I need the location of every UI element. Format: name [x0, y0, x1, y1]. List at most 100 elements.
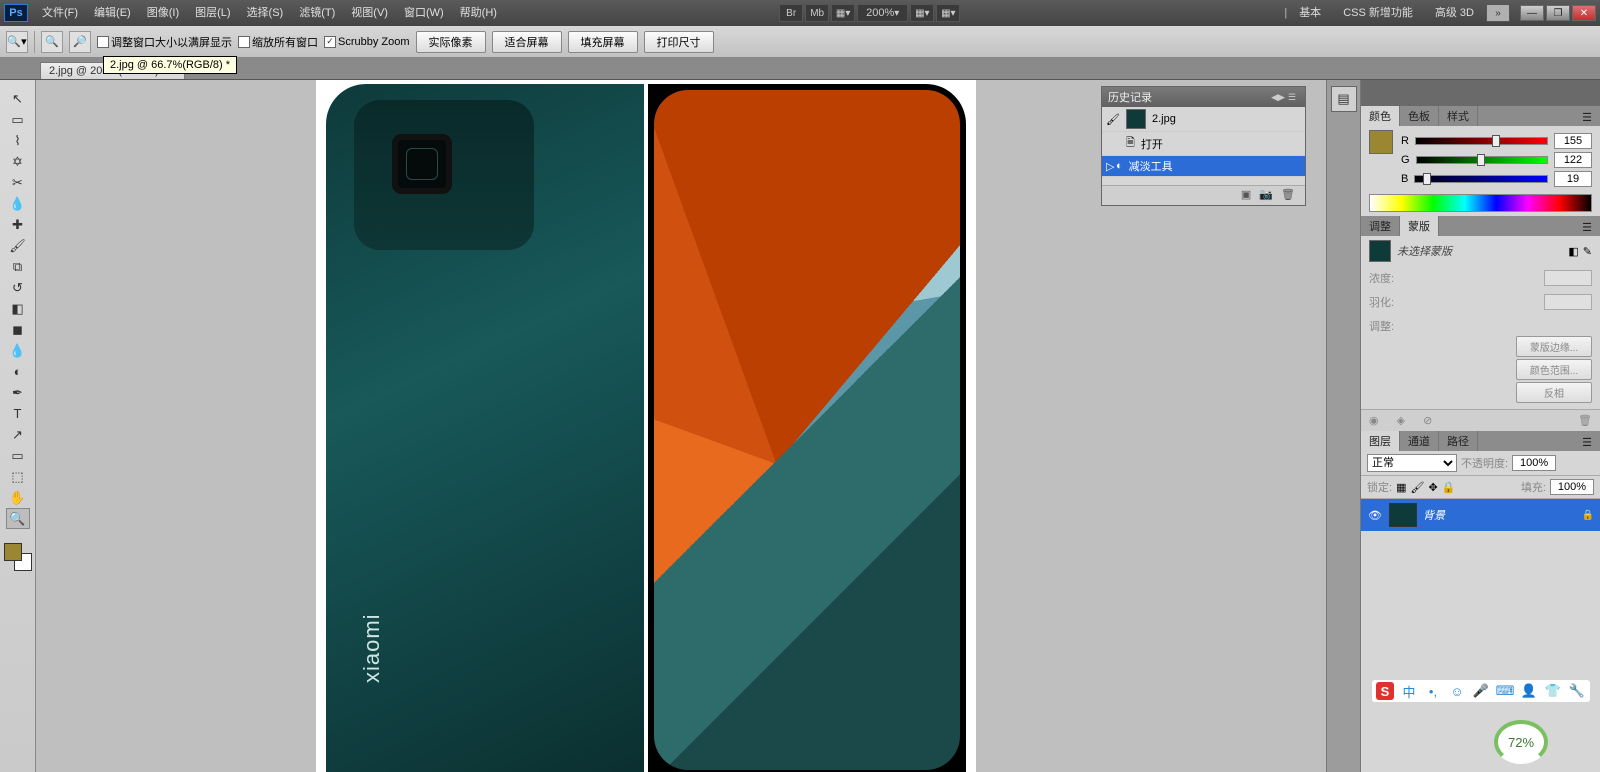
masks-tab[interactable]: 蒙版	[1400, 216, 1439, 236]
menu-help[interactable]: 帮助(H)	[452, 0, 505, 26]
layer-row-background[interactable]: 👁 背景 🔒	[1361, 499, 1600, 531]
fill-value[interactable]: 100%	[1550, 479, 1594, 495]
menu-select[interactable]: 选择(S)	[239, 0, 292, 26]
panel-menu-icon[interactable]: ☰	[1574, 219, 1600, 236]
window-restore[interactable]: ❐	[1546, 5, 1570, 21]
type-tool[interactable]: T	[6, 403, 30, 424]
styles-tab[interactable]: 样式	[1439, 106, 1478, 126]
history-panel-header[interactable]: 历史记录 ◀▶ ☰	[1102, 87, 1305, 107]
pen-tool[interactable]: ✒	[6, 382, 30, 403]
marquee-tool[interactable]: ▭	[6, 109, 30, 130]
move-tool[interactable]: ↖	[6, 88, 30, 109]
paths-tab[interactable]: 路径	[1439, 431, 1478, 451]
ime-punct-icon[interactable]: •,	[1424, 682, 1442, 700]
feather-field[interactable]	[1544, 294, 1592, 310]
collapse-icon[interactable]: ◀▶	[1271, 91, 1285, 103]
blur-tool[interactable]: 💧	[6, 340, 30, 361]
fill-screen-button[interactable]: 填充屏幕	[568, 31, 638, 53]
menu-layer[interactable]: 图层(L)	[187, 0, 238, 26]
zoom-tool[interactable]: 🔍	[6, 508, 30, 529]
eyedropper-tool[interactable]: 💧	[6, 193, 30, 214]
path-select-tool[interactable]: ↗	[6, 424, 30, 445]
arrange-docs-button[interactable]: ▦▾	[831, 4, 855, 22]
new-snapshot-icon[interactable]: 📷	[1259, 188, 1273, 203]
dodge-tool[interactable]: ◐	[6, 361, 30, 382]
delete-mask-icon[interactable]: 🗑	[1578, 414, 1592, 427]
workspace-more[interactable]: »	[1486, 4, 1510, 22]
g-slider[interactable]	[1416, 156, 1548, 164]
layer-visibility-icon[interactable]: 👁	[1367, 509, 1383, 522]
brush-tool[interactable]: 🖌	[6, 235, 30, 256]
panel-menu-icon[interactable]: ☰	[1574, 109, 1600, 126]
lock-trans-icon[interactable]: ▦	[1396, 481, 1406, 494]
ime-voice-icon[interactable]: 🎤	[1472, 682, 1490, 700]
panel-menu-icon[interactable]: ☰	[1574, 434, 1600, 451]
ime-skin-icon[interactable]: 👕	[1544, 682, 1562, 700]
lock-paint-icon[interactable]: 🖌	[1410, 481, 1424, 494]
collapsed-panel-icon[interactable]: ▤	[1331, 86, 1357, 112]
hand-tool[interactable]: ✋	[6, 487, 30, 508]
pixel-mask-icon[interactable]: ◧	[1568, 245, 1578, 258]
color-spectrum[interactable]	[1369, 194, 1592, 212]
foreground-swatch[interactable]	[4, 543, 22, 561]
apply-mask-icon[interactable]: ◈	[1397, 414, 1405, 427]
r-value[interactable]: 155	[1554, 133, 1592, 149]
crop-tool[interactable]: ✂	[6, 172, 30, 193]
delete-state-icon[interactable]: 🗑	[1281, 188, 1295, 203]
ime-toolbar[interactable]: S 中 •, ☺ 🎤 ⌨ 👤 👕 🔧	[1372, 680, 1590, 702]
scrubby-zoom-checkbox[interactable]: ✓Scrubby Zoom	[324, 36, 410, 48]
channels-tab[interactable]: 通道	[1400, 431, 1439, 451]
ime-login-icon[interactable]: 👤	[1520, 682, 1538, 700]
history-step-dodge[interactable]: ▷ ◐ 减淡工具	[1102, 156, 1305, 177]
invert-button[interactable]: 反相	[1516, 382, 1592, 403]
ime-lang-icon[interactable]: 中	[1400, 682, 1418, 700]
window-close[interactable]: ✕	[1572, 5, 1596, 21]
ime-keyboard-icon[interactable]: ⌨	[1496, 682, 1514, 700]
layers-tab[interactable]: 图层	[1361, 431, 1400, 451]
color-swatches[interactable]	[4, 543, 32, 571]
disable-mask-icon[interactable]: ⊘	[1423, 414, 1432, 427]
r-slider[interactable]	[1415, 137, 1548, 145]
blend-mode-select[interactable]: 正常	[1367, 454, 1457, 472]
3d-tool[interactable]: ⬚	[6, 466, 30, 487]
stamp-tool[interactable]: ⧉	[6, 256, 30, 277]
zoom-out-icon[interactable]: 🔎	[69, 31, 91, 53]
new-doc-from-state-icon[interactable]: ▣	[1241, 188, 1251, 203]
print-size-button[interactable]: 打印尺寸	[644, 31, 714, 53]
extras-button[interactable]: ▦▾	[936, 4, 960, 22]
history-panel[interactable]: 历史记录 ◀▶ ☰ 🖌 2.jpg 🗎 打开 ▷ ◐ 减淡工具	[1101, 86, 1306, 206]
menu-window[interactable]: 窗口(W)	[396, 0, 452, 26]
b-value[interactable]: 19	[1554, 171, 1592, 187]
opacity-value[interactable]: 100%	[1512, 455, 1556, 471]
ime-tool-icon[interactable]: 🔧	[1568, 682, 1586, 700]
resize-window-checkbox[interactable]: 调整窗口大小以满屏显示	[97, 34, 232, 50]
window-minimize[interactable]: —	[1520, 5, 1544, 21]
adjustments-tab[interactable]: 调整	[1361, 216, 1400, 236]
history-step-open[interactable]: 🗎 打开	[1102, 132, 1305, 156]
menu-file[interactable]: 文件(F)	[34, 0, 86, 26]
workspace-3d[interactable]: 高级 3D	[1425, 3, 1484, 23]
shape-tool[interactable]: ▭	[6, 445, 30, 466]
zoom-in-icon[interactable]: 🔍	[41, 31, 63, 53]
color-tab[interactable]: 颜色	[1361, 106, 1400, 126]
g-value[interactable]: 122	[1554, 152, 1592, 168]
quick-select-tool[interactable]: ✡	[6, 151, 30, 172]
vector-mask-icon[interactable]: ✎	[1583, 245, 1592, 258]
color-range-button[interactable]: 颜色范围...	[1516, 359, 1592, 380]
load-mask-icon[interactable]: ◉	[1369, 414, 1379, 427]
sogou-icon[interactable]: S	[1376, 682, 1394, 700]
mb-button[interactable]: Mb	[805, 4, 829, 22]
zoom-level[interactable]: 200% ▾	[857, 4, 908, 22]
menu-edit[interactable]: 编辑(E)	[86, 0, 139, 26]
color-panel-swatch[interactable]	[1369, 130, 1393, 154]
history-brush-tool[interactable]: ↺	[6, 277, 30, 298]
menu-view[interactable]: 视图(V)	[343, 0, 396, 26]
workspace-essentials[interactable]: 基本	[1289, 3, 1331, 23]
bridge-button[interactable]: Br	[779, 4, 803, 22]
ime-emoji-icon[interactable]: ☺	[1448, 682, 1466, 700]
canvas-area[interactable]: xiaomi 历史记录 ◀▶ ☰ 🖌 2.jpg	[36, 80, 1326, 772]
menu-filter[interactable]: 滤镜(T)	[291, 0, 343, 26]
current-tool-icon[interactable]: 🔍▾	[6, 31, 28, 53]
actual-pixels-button[interactable]: 实际像素	[416, 31, 486, 53]
lasso-tool[interactable]: ⌇	[6, 130, 30, 151]
